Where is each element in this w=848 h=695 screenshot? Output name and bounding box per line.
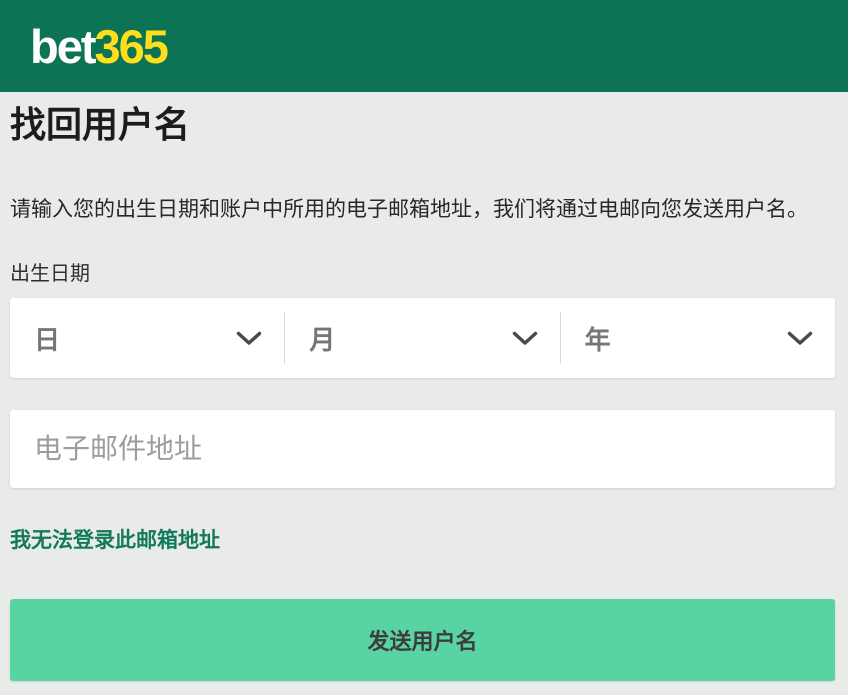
dob-month-value: 月: [309, 320, 335, 357]
dob-day-value: 日: [34, 320, 60, 357]
chevron-down-icon: [787, 331, 813, 346]
dob-select-group: 日 月 年: [10, 298, 835, 378]
bet365-logo[interactable]: bet365: [30, 23, 167, 70]
chevron-down-icon: [512, 331, 538, 346]
instruction-text: 请输入您的出生日期和账户中所用的电子邮箱地址，我们将通过电邮向您发送用户名。: [10, 195, 835, 224]
send-username-button[interactable]: 发送用户名: [10, 599, 835, 681]
dob-day-select[interactable]: 日: [10, 298, 284, 378]
chevron-down-icon: [236, 331, 262, 346]
page-title: 找回用户名: [10, 92, 835, 147]
dob-year-select[interactable]: 年: [561, 298, 835, 378]
dob-month-select[interactable]: 月: [285, 298, 559, 378]
cant-access-email-link[interactable]: 我无法登录此邮箱地址: [10, 524, 220, 554]
main-content: 找回用户名 请输入您的出生日期和账户中所用的电子邮箱地址，我们将通过电邮向您发送…: [0, 92, 848, 681]
logo-text-365: 365: [95, 20, 167, 73]
logo-text-bet: bet: [30, 20, 95, 73]
email-input[interactable]: [10, 410, 835, 488]
dob-year-value: 年: [585, 320, 611, 357]
dob-label: 出生日期: [10, 260, 835, 288]
app-header: bet365: [0, 0, 848, 92]
